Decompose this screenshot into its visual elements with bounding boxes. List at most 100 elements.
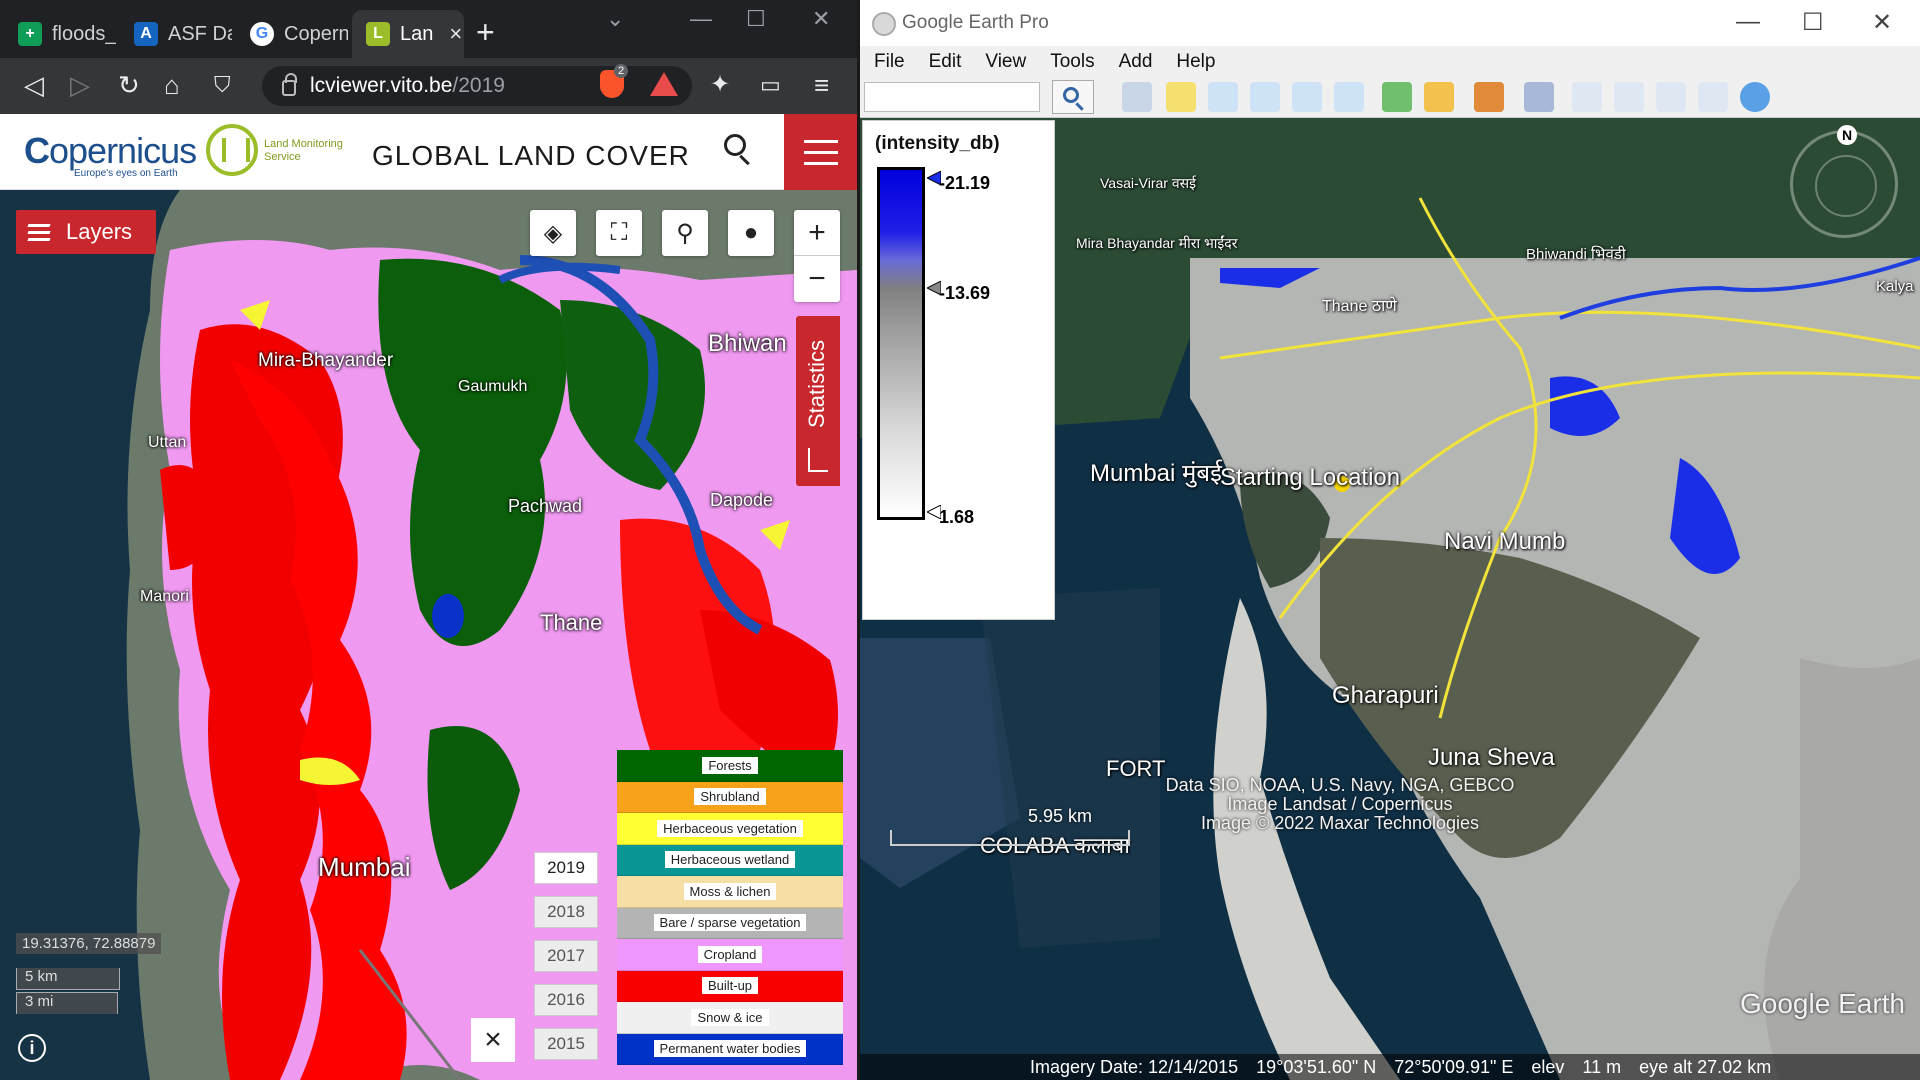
search-button[interactable] (1052, 80, 1094, 114)
maximize-icon[interactable]: ☐ (746, 6, 766, 32)
earth-label-bhiwandi: Bhiwandi भिवंडी (1526, 246, 1626, 263)
menu-tools[interactable]: Tools (1050, 51, 1094, 73)
legend-item: Shrubland (617, 781, 843, 813)
window-title: Google Earth Pro (902, 12, 1049, 33)
back-icon[interactable]: ◁ (24, 70, 44, 100)
wallet-icon[interactable]: ▭ (760, 70, 781, 100)
imagery-date: Imagery Date: 12/14/2015 (1030, 1056, 1239, 1077)
copernicus-logo[interactable]: Copernicus Europe's eyes on Earth (24, 126, 197, 182)
hamburger-menu-button[interactable] (784, 114, 857, 190)
tab-asf[interactable]: A ASF Da (120, 10, 232, 58)
planets-icon[interactable] (1474, 82, 1504, 112)
year-2016-button[interactable]: 2016 (534, 984, 598, 1016)
zoom-in-button[interactable]: + (794, 210, 840, 256)
tab-search-icon[interactable]: ⌄ (606, 6, 624, 32)
menu-file[interactable]: File (874, 51, 905, 73)
eye-altitude: eye alt 27.02 km (1639, 1056, 1772, 1077)
google-earth-logo-icon (872, 12, 896, 36)
close-tab-icon[interactable]: × (449, 21, 462, 47)
legend-item: Cropland (617, 939, 843, 971)
add-polygon-icon[interactable] (1208, 82, 1238, 112)
sunlight-icon[interactable] (1424, 82, 1454, 112)
tab-strip: + floods_ A ASF Da G Copern L Lan × + ⌄ … (0, 0, 857, 58)
add-overlay-icon[interactable] (1292, 82, 1322, 112)
close-window-icon[interactable]: ✕ (1872, 8, 1892, 37)
earth-label-thane: Thane ठाणे (1322, 298, 1397, 315)
home-icon[interactable]: ⌂ (164, 70, 180, 100)
compass-north-icon[interactable]: N (1837, 125, 1857, 145)
tab-land-cover[interactable]: L Lan × (352, 10, 464, 58)
earth-label-juna-sheva: Juna Sheva (1428, 744, 1555, 771)
record-tour-icon[interactable] (1334, 82, 1364, 112)
bookmark-icon[interactable]: ⛉ (214, 70, 231, 100)
earth-3d-view[interactable]: (intensity_db) -21.19 -13.69 1.68 N Vasa… (860, 118, 1920, 1080)
reload-icon[interactable]: ↻ (118, 70, 140, 100)
print-icon[interactable] (1614, 82, 1644, 112)
menu-help[interactable]: Help (1176, 51, 1215, 73)
zoom-out-button[interactable]: − (794, 256, 840, 302)
bar-chart-icon (808, 448, 828, 472)
scale-km: 5 km (16, 968, 120, 990)
extensions-icon[interactable]: ✦ (710, 70, 730, 100)
view-in-maps-icon[interactable] (1698, 82, 1728, 112)
brave-shield-icon[interactable]: 2 (600, 64, 629, 98)
site-header: Copernicus Europe's eyes on Earth Land M… (0, 114, 857, 190)
year-2015-button[interactable]: 2015 (534, 1028, 598, 1060)
save-image-icon[interactable] (1656, 82, 1686, 112)
menu-edit[interactable]: Edit (929, 51, 962, 73)
sidebar-toggle-icon[interactable] (1122, 82, 1152, 112)
add-placemark-icon[interactable] (1166, 82, 1196, 112)
minimize-icon[interactable]: — (690, 6, 712, 32)
earth-globe-icon[interactable] (1740, 82, 1770, 112)
tab-label: floods_ (52, 22, 116, 45)
map-label-bhiwandi: Bhiwan (708, 330, 787, 357)
forward-icon[interactable]: ▷ (70, 70, 90, 100)
lms-mark-icon (206, 124, 258, 176)
earth-label-fort: FORT (1106, 756, 1166, 781)
new-tab-button[interactable]: + (476, 14, 495, 51)
basemap-layers-icon[interactable]: ◈ (530, 210, 576, 256)
scale-mi: 3 mi (16, 992, 118, 1014)
minimize-icon[interactable]: — (1736, 8, 1760, 36)
nav-bar: ◁ ▷ ↻ ⌂ ⛉ lcviewer.vito.be/2019 2 ✦ ▭ ≡ (0, 58, 857, 114)
year-2018-button[interactable]: 2018 (534, 896, 598, 928)
year-2019-button[interactable]: 2019 (534, 852, 598, 884)
land-monitoring-logo[interactable]: Land Monitoring Service (206, 122, 356, 182)
historical-imagery-icon[interactable] (1382, 82, 1412, 112)
menu-icon[interactable]: ≡ (814, 70, 829, 100)
globe-icon[interactable]: ● (728, 210, 774, 256)
tab-label: Copern (284, 22, 348, 45)
site-title: GLOBAL LAND COVER (372, 140, 690, 171)
lms-text: Land Monitoring Service (264, 138, 343, 163)
search-input[interactable] (864, 82, 1040, 112)
land-cover-map[interactable]: Mira-Bhayander Gaumukh Uttan Pachwad Dap… (0, 190, 857, 1080)
close-window-icon[interactable]: ✕ (812, 6, 830, 32)
navigation-compass[interactable]: N (1790, 125, 1898, 238)
google-icon: G (250, 22, 274, 46)
maximize-icon[interactable]: ☐ (1802, 8, 1824, 37)
tab-copernicus[interactable]: G Copern (236, 10, 348, 58)
email-icon[interactable] (1572, 82, 1602, 112)
brave-rewards-icon[interactable] (650, 72, 678, 96)
year-2017-button[interactable]: 2017 (534, 940, 598, 972)
colorbar-title: (intensity_db) (875, 133, 1000, 154)
close-legend-button[interactable]: × (471, 1018, 515, 1062)
add-path-icon[interactable] (1250, 82, 1280, 112)
layers-button[interactable]: Layers (16, 210, 156, 254)
ruler-icon[interactable] (1524, 82, 1554, 112)
longitude-readout: 72°50'09.91" E (1394, 1056, 1514, 1077)
status-bar: Imagery Date: 12/14/2015 19°03'51.60" N … (860, 1054, 1920, 1080)
info-icon[interactable]: i (18, 1034, 46, 1062)
tab-floods[interactable]: + floods_ (4, 10, 116, 58)
menu-view[interactable]: View (985, 51, 1026, 73)
url-text: lcviewer.vito.be/2019 (310, 74, 505, 97)
statistics-tab[interactable]: Statistics (796, 316, 840, 486)
search-icon[interactable] (724, 134, 754, 168)
menu-bar: File Edit View Tools Add Help (860, 46, 1920, 78)
menu-add[interactable]: Add (1119, 51, 1153, 73)
location-pin-icon[interactable]: ⚲ (662, 210, 708, 256)
legend-item: Moss & lichen (617, 876, 843, 908)
map-label-mira: Mira-Bhayander (258, 350, 394, 371)
fullscreen-icon[interactable]: ⛶ (596, 210, 642, 256)
legend-item: Forests (617, 750, 843, 782)
